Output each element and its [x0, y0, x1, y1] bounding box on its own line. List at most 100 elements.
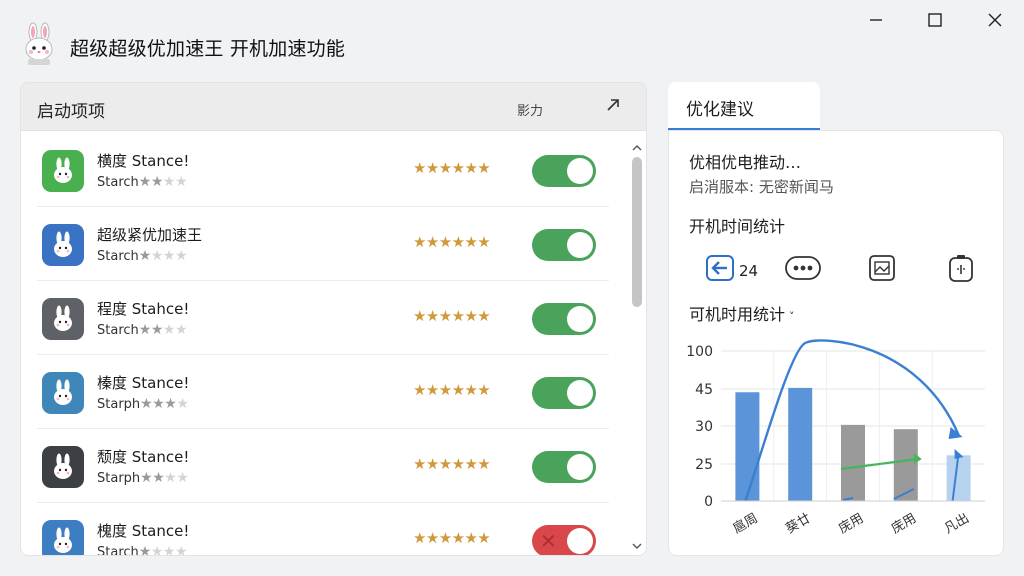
maximize-button[interactable]	[921, 8, 949, 32]
rabbit-logo-icon	[20, 22, 58, 66]
chevron-down-icon: ˅	[789, 310, 795, 323]
startup-toggle[interactable]	[532, 451, 596, 483]
suggestion-line-2: 启消服本: 无密新闻马	[689, 178, 834, 196]
y-tick-label: 25	[695, 457, 713, 473]
impact-rating-stars: ★★★★★★	[413, 381, 491, 399]
impact-rating-stars: ★★★★★★	[413, 529, 491, 547]
boot-count-value: 24	[739, 262, 759, 280]
startup-item-name: 程度 Stahce!	[97, 300, 190, 318]
more-dots-icon[interactable]	[785, 253, 821, 283]
chart-bar	[735, 392, 760, 501]
startup-item-row[interactable]: 横度 Stance! Starch★★★★ ★★★★★★	[37, 133, 609, 207]
suggestions-panel: 优相优电推动… 启消服本: 无密新闻马 开机时间统计 24 可机时用统计 ˅ 10…	[668, 130, 1004, 556]
expand-arrow-icon[interactable]	[603, 95, 623, 115]
tab-optimization-suggestions[interactable]: 优化建议	[668, 82, 820, 130]
title-bar: 超级超级优加速王 开机加速功能	[0, 0, 1024, 78]
startup-time-chart: 1004530250扈周 葵廿 庑用 庑用 凡出	[686, 339, 985, 537]
close-button[interactable]	[981, 8, 1009, 32]
startup-panel-title: 启动项项	[37, 102, 105, 122]
x-tick-label: 葵廿	[783, 511, 813, 537]
startup-toggle[interactable]	[532, 303, 596, 335]
app-rabbit-icon	[42, 372, 84, 414]
disabled-x-icon: ✕	[540, 529, 557, 553]
publisher-text: Starch	[97, 323, 139, 338]
app-rabbit-icon	[42, 150, 84, 192]
toggle-knob	[567, 232, 593, 258]
minimize-button[interactable]	[862, 8, 890, 32]
back-arrow-icon[interactable]	[705, 253, 735, 283]
publisher-text: Starph	[97, 397, 141, 412]
mini-rating-stars: ★★★★	[138, 544, 188, 556]
app-rabbit-icon	[42, 520, 84, 555]
chart-bar	[841, 424, 865, 501]
chart-bar	[788, 387, 813, 501]
stats-title-dropdown[interactable]: 可机时用统计 ˅	[689, 301, 795, 325]
scroll-down-icon[interactable]	[631, 537, 643, 549]
mini-rating-stars: ★★★★	[140, 470, 189, 486]
toggle-knob	[567, 380, 593, 406]
window-title: 超级超级优加速王 开机加速功能	[70, 38, 346, 60]
suggestion-line-1: 优相优电推动…	[689, 153, 802, 172]
startup-item-publisher: Starch★★★★	[97, 544, 188, 556]
startup-item-name: 榛度 Stance!	[97, 374, 190, 392]
impact-rating-stars: ★★★★★★	[413, 233, 491, 251]
y-tick-label: 0	[704, 494, 713, 510]
startup-items-panel: 启动项项 影力 横度 Stance! Starch★★★★ ★★★★★★ 超级紧优加速…	[20, 82, 647, 556]
impact-column-header[interactable]: 影力	[517, 100, 543, 119]
startup-item-publisher: Starph★★★★	[97, 396, 189, 412]
mini-rating-stars: ★★★★	[138, 322, 188, 338]
startup-item-row[interactable]: 颓度 Stance! Starph★★★★ ★★★★★★	[37, 429, 609, 503]
startup-item-publisher: Starch★★★★	[97, 174, 188, 190]
publisher-text: Starch	[97, 175, 139, 190]
image-icon[interactable]	[867, 253, 897, 283]
startup-item-name: 槐度 Stance!	[97, 522, 190, 540]
impact-rating-stars: ★★★★★★	[413, 159, 491, 177]
chart-bar	[946, 455, 971, 501]
x-tick-label: 扈周	[730, 510, 761, 537]
impact-rating-stars: ★★★★★★	[413, 455, 491, 473]
scrollbar[interactable]	[629, 135, 645, 555]
y-tick-label: 100	[686, 344, 713, 360]
stats-title: 可机时用统计	[689, 305, 786, 324]
publisher-text: Starph	[97, 471, 141, 486]
startup-toggle[interactable]	[532, 155, 596, 187]
scroll-up-icon[interactable]	[631, 139, 643, 151]
app-rabbit-icon	[42, 224, 84, 266]
toggle-knob	[567, 306, 593, 332]
toggle-knob	[567, 158, 593, 184]
publisher-text: Starch	[97, 545, 139, 556]
boot-time-title: 开机时间统计	[689, 217, 786, 236]
tab-label: 优化建议	[686, 100, 754, 120]
startup-item-name: 颓度 Stance!	[97, 448, 190, 466]
startup-item-row[interactable]: 槐度 Stance! Starch★★★★ ★★★★★★ ✕	[37, 503, 609, 556]
startup-item-row[interactable]: 超级紧优加速王 Starch★★★★ ★★★★★★	[37, 207, 609, 281]
startup-item-publisher: Starch★★★★	[97, 322, 188, 338]
startup-item-row[interactable]: 榛度 Stance! Starph★★★★ ★★★★★★	[37, 355, 609, 429]
x-tick-label: 庑用	[836, 511, 866, 537]
x-tick-label: 庑用	[889, 511, 919, 537]
toggle-knob	[567, 454, 593, 480]
startup-toggle[interactable]: ✕	[532, 525, 596, 555]
startup-item-row[interactable]: 程度 Stahce! Starch★★★★ ★★★★★★	[37, 281, 609, 355]
mini-rating-stars: ★★★★	[138, 174, 188, 190]
mini-rating-stars: ★★★★	[140, 396, 189, 412]
app-rabbit-icon	[42, 446, 84, 488]
startup-panel-header: 启动项项 影力	[21, 83, 646, 131]
impact-rating-stars: ★★★★★★	[413, 307, 491, 325]
startup-item-name: 横度 Stance!	[97, 152, 190, 170]
publisher-text: Starch	[97, 249, 139, 264]
y-tick-label: 45	[695, 382, 713, 398]
scrollbar-thumb[interactable]	[632, 157, 642, 307]
app-rabbit-icon	[42, 298, 84, 340]
y-tick-label: 30	[695, 419, 713, 435]
startup-item-publisher: Starph★★★★	[97, 470, 189, 486]
mini-rating-stars: ★★★★	[138, 248, 188, 264]
startup-item-publisher: Starch★★★★	[97, 248, 188, 264]
startup-toggle[interactable]	[532, 229, 596, 261]
x-tick-label: 凡出	[942, 511, 972, 537]
startup-item-name: 超级紧优加速王	[97, 226, 203, 244]
battery-icon[interactable]	[946, 253, 976, 283]
chart-bar	[893, 429, 918, 501]
toggle-knob	[567, 528, 593, 554]
startup-toggle[interactable]	[532, 377, 596, 409]
